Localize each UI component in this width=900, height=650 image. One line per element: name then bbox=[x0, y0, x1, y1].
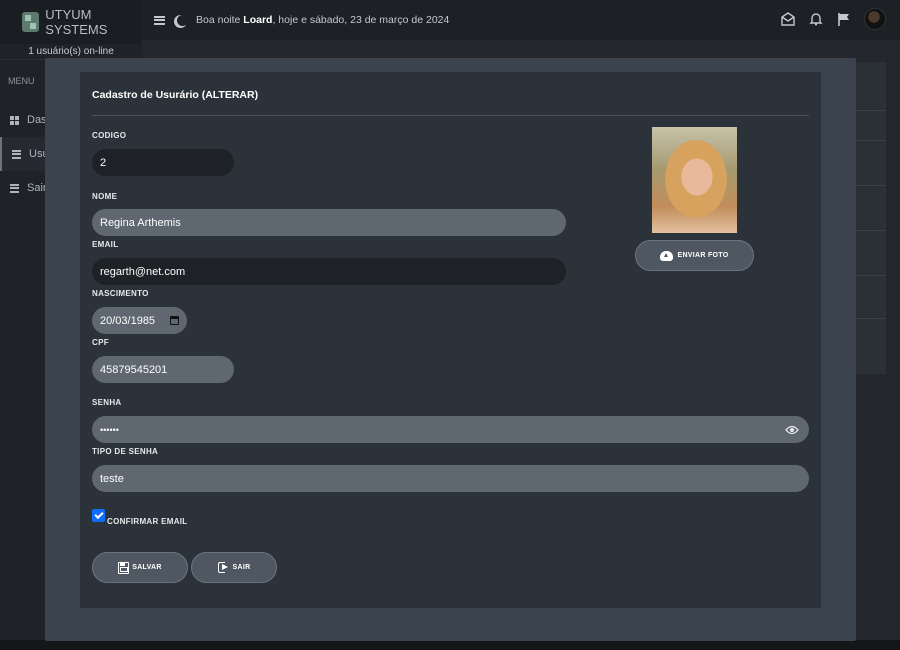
upload-photo-button[interactable]: ENVIAR FOTO bbox=[635, 240, 754, 271]
flag-icon[interactable] bbox=[836, 11, 852, 27]
senha-password-field[interactable]: •••••• bbox=[92, 416, 809, 443]
user-photo bbox=[652, 127, 737, 233]
user-form-card: Cadastro de Usurário (ALTERAR) CODIGO 2 … bbox=[80, 72, 821, 608]
list-icon bbox=[10, 183, 19, 193]
save-icon bbox=[118, 561, 130, 574]
topbar: Boa noite Loard, hoje e sábado, 23 de ma… bbox=[142, 0, 900, 40]
brand[interactable]: UTYUM SYSTEMS bbox=[0, 0, 142, 44]
user-edit-modal: Cadastro de Usurário (ALTERAR) CODIGO 2 … bbox=[45, 58, 856, 641]
eye-icon[interactable] bbox=[785, 424, 799, 436]
save-button[interactable]: SALVAR bbox=[92, 552, 188, 583]
save-label: SALVAR bbox=[132, 564, 162, 571]
senha-label: SENHA bbox=[92, 398, 122, 407]
envelope-icon[interactable] bbox=[780, 11, 796, 27]
exit-label: SAIR bbox=[232, 564, 251, 571]
nascimento-date-field[interactable]: 20/03/1985 bbox=[92, 307, 187, 334]
cpf-label: CPF bbox=[92, 338, 109, 347]
avatar[interactable] bbox=[864, 8, 886, 30]
nascimento-label: NASCIMENTO bbox=[92, 289, 149, 298]
bell-icon[interactable] bbox=[808, 11, 824, 27]
bottom-bar bbox=[0, 640, 900, 650]
list-icon bbox=[12, 149, 21, 159]
divider bbox=[92, 115, 809, 116]
brand-logo-icon bbox=[22, 12, 40, 32]
greeting-text: Boa noite Loard, hoje e sábado, 23 de ma… bbox=[196, 14, 450, 26]
dashboard-icon bbox=[10, 115, 19, 125]
hamburger-menu-icon[interactable] bbox=[154, 15, 165, 25]
tipo-senha-label: TIPO DE SENHA bbox=[92, 447, 159, 456]
sidebar-item-label: Sair bbox=[27, 182, 47, 194]
confirm-email-label: CONFIRMAR EMAIL bbox=[107, 517, 188, 526]
email-field[interactable]: regarth@net.com bbox=[92, 258, 566, 285]
greeting-user: Loard bbox=[243, 14, 273, 26]
exit-icon bbox=[217, 562, 230, 573]
nome-label: NOME bbox=[92, 192, 118, 201]
brand-name: UTYUM SYSTEMS bbox=[45, 7, 108, 37]
cpf-field[interactable]: 45879545201 bbox=[92, 356, 234, 383]
nome-field[interactable]: Regina Arthemis bbox=[92, 209, 566, 236]
calendar-icon[interactable] bbox=[170, 316, 179, 325]
exit-button[interactable]: SAIR bbox=[191, 552, 277, 583]
modal-title: Cadastro de Usurário (ALTERAR) bbox=[92, 89, 259, 101]
confirm-email-checkbox[interactable] bbox=[92, 509, 105, 522]
tipo-senha-field[interactable]: teste bbox=[92, 465, 809, 492]
codigo-field[interactable]: 2 bbox=[92, 149, 234, 176]
moon-icon[interactable] bbox=[177, 15, 188, 26]
email-label: EMAIL bbox=[92, 240, 119, 249]
codigo-label: CODIGO bbox=[92, 131, 127, 140]
cloud-upload-icon bbox=[660, 250, 674, 261]
upload-photo-label: ENVIAR FOTO bbox=[677, 252, 729, 259]
